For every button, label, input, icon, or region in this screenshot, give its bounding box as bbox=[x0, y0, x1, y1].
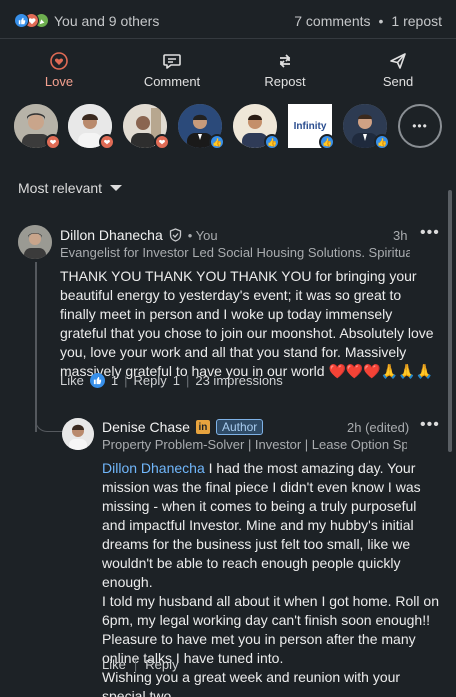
reply-text-p1: I had the most amazing day. Your mission… bbox=[102, 460, 421, 590]
scrollbar[interactable] bbox=[448, 190, 452, 452]
send-button[interactable]: Send bbox=[358, 52, 438, 89]
comment-headline: Evangelist for Investor Led Social Housi… bbox=[60, 245, 410, 260]
heart-icon bbox=[50, 52, 68, 70]
comment-reply-button[interactable]: Reply bbox=[133, 373, 166, 388]
reply-time: 2h (edited) bbox=[347, 420, 410, 435]
reply-author-name[interactable]: Denise Chase bbox=[102, 419, 190, 435]
love-badge-icon: ❤ bbox=[99, 134, 115, 150]
comment-impressions[interactable]: 23 impressions bbox=[195, 373, 282, 388]
chevron-down-icon bbox=[110, 185, 123, 191]
more-reactors-button[interactable]: ••• bbox=[398, 104, 442, 148]
more-icon: ••• bbox=[412, 119, 428, 133]
like-icon bbox=[14, 13, 29, 28]
reactor-logo-infinity[interactable]: Infinity 👍 bbox=[288, 104, 335, 150]
comment-menu-icon[interactable]: ••• bbox=[420, 224, 440, 242]
reactions-summary-text[interactable]: You and 9 others bbox=[54, 13, 159, 29]
infinity-logo-text: Infinity bbox=[293, 120, 327, 132]
comment-text: THANK YOU THANK YOU THANK YOU for bringi… bbox=[60, 268, 434, 379]
sort-label: Most relevant bbox=[18, 180, 103, 196]
love-label: Love bbox=[44, 74, 74, 89]
comment-icon bbox=[163, 54, 181, 69]
comment-time: 3h bbox=[393, 228, 408, 243]
reactor-avatar[interactable]: 👍 bbox=[233, 104, 280, 150]
reactor-avatar[interactable]: 👍 bbox=[178, 104, 225, 150]
verified-shield-icon bbox=[169, 228, 181, 242]
engagement-counts: 7 comments • 1 repost bbox=[294, 13, 442, 29]
divider bbox=[0, 38, 456, 39]
commenter-avatar[interactable] bbox=[18, 225, 52, 259]
reactor-avatar[interactable]: ❤ bbox=[68, 104, 115, 150]
reposts-count[interactable]: 1 repost bbox=[391, 13, 442, 29]
repost-button[interactable]: Repost bbox=[245, 52, 325, 89]
linkedin-premium-icon: in bbox=[195, 420, 210, 434]
reactor-avatar[interactable]: ❤ bbox=[123, 104, 170, 150]
reply-author-avatar[interactable] bbox=[62, 418, 94, 450]
thread-line bbox=[35, 262, 37, 432]
love-badge-icon: ❤ bbox=[45, 134, 61, 150]
like-badge-icon: 👍 bbox=[374, 134, 390, 150]
reactor-avatar[interactable]: ❤ bbox=[14, 104, 61, 150]
comment-reply-count: 1 bbox=[172, 373, 180, 388]
repost-label: Repost bbox=[264, 74, 306, 89]
reply-reply-button[interactable]: Reply bbox=[145, 657, 178, 672]
love-button[interactable]: Love bbox=[19, 52, 99, 89]
reactor-avatar[interactable]: 👍 bbox=[343, 104, 390, 150]
separator: | bbox=[133, 657, 138, 672]
separator: | bbox=[124, 373, 128, 388]
comment-button[interactable]: Comment bbox=[132, 52, 212, 89]
you-label: • You bbox=[187, 227, 218, 243]
reply-headline: Property Problem-Solver | Investor | Lea… bbox=[102, 437, 407, 452]
comments-count[interactable]: 7 comments bbox=[294, 13, 370, 29]
mention-link[interactable]: Dillon Dhanecha bbox=[102, 460, 205, 476]
reply-menu-icon[interactable]: ••• bbox=[420, 416, 440, 434]
comment-label: Comment bbox=[143, 74, 201, 89]
reply-text-p3: Wishing you a great week and reunion wit… bbox=[102, 669, 401, 697]
comment-author: Dillon Dhanecha • You bbox=[60, 227, 218, 243]
thread-connector bbox=[35, 410, 63, 432]
love-badge-icon: ❤ bbox=[154, 134, 170, 150]
like-badge-icon: 👍 bbox=[264, 134, 280, 150]
comment-author-name[interactable]: Dillon Dhanecha bbox=[60, 227, 163, 243]
reply-like-button[interactable]: Like bbox=[102, 657, 126, 672]
comment-like-button[interactable]: Like bbox=[60, 373, 84, 388]
like-badge-icon: 👍 bbox=[209, 134, 225, 150]
send-label: Send bbox=[382, 74, 414, 89]
reaction-icons bbox=[14, 13, 50, 29]
send-icon bbox=[390, 53, 406, 69]
comment-like-count[interactable]: 1 bbox=[111, 373, 118, 388]
comment-actions: Like 1 | Reply 1 | 23 impressions bbox=[60, 373, 283, 388]
repost-icon bbox=[279, 54, 291, 68]
reply-actions: Like | Reply bbox=[102, 657, 179, 672]
like-badge-icon: 👍 bbox=[319, 134, 335, 150]
separator: | bbox=[185, 373, 190, 388]
sort-dropdown[interactable]: Most relevant bbox=[18, 180, 123, 196]
reactions-summary[interactable]: You and 9 others bbox=[14, 12, 159, 30]
counts-separator: • bbox=[378, 13, 384, 29]
author-badge: Author bbox=[215, 419, 264, 435]
like-icon bbox=[89, 373, 105, 388]
reply-author: Denise Chase in Author bbox=[102, 419, 264, 435]
